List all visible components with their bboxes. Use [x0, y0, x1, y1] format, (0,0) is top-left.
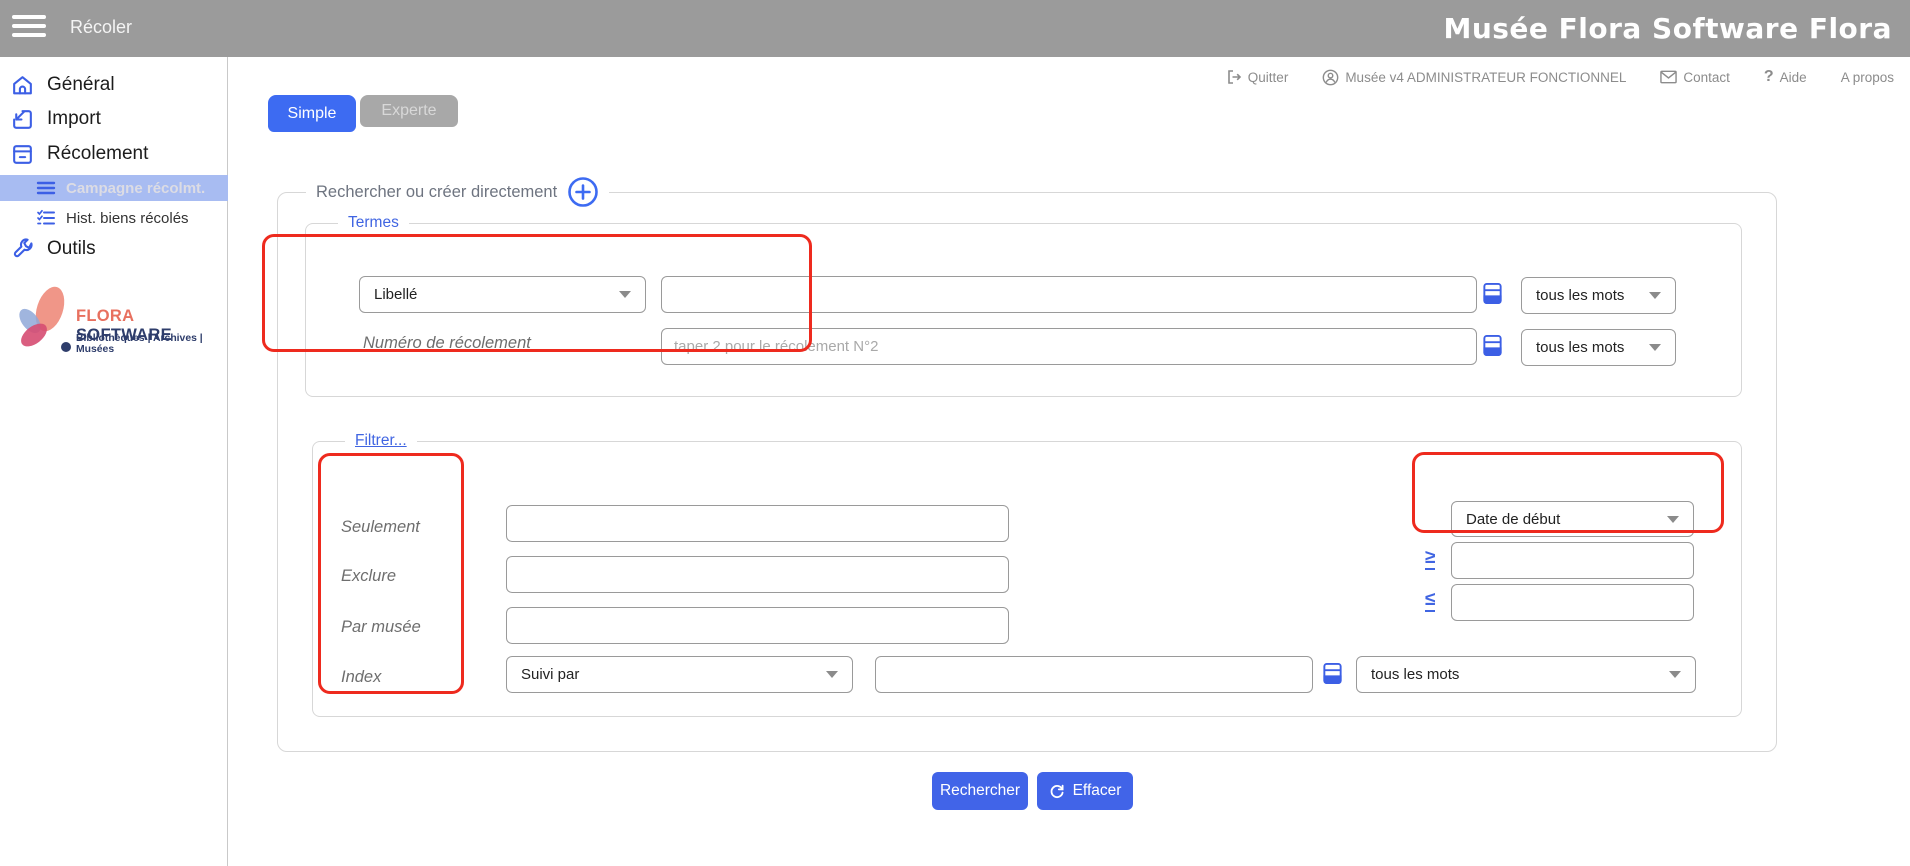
sidebar-item-label: Outils	[47, 238, 96, 260]
checklist-icon	[36, 209, 56, 227]
import-icon	[10, 107, 35, 132]
match-mode-value: tous les mots	[1536, 287, 1624, 304]
match-mode-value: tous les mots	[1371, 666, 1459, 683]
field-selector-dropdown[interactable]: Libellé	[359, 276, 646, 313]
logo-tagline: Bibliothèques | Archives | Musées	[76, 333, 222, 355]
sidebar-item-import[interactable]: Import	[0, 105, 228, 133]
index-label: Index	[341, 668, 381, 687]
header-toolbar: Quitter Musée v4 ADMINISTRATEUR FONCTION…	[1226, 68, 1894, 86]
exclure-input[interactable]	[506, 556, 1009, 593]
chevron-down-icon	[826, 671, 838, 678]
chevron-down-icon	[1669, 671, 1681, 678]
index-book-icon[interactable]	[1321, 662, 1344, 685]
sidebar-subitem-hist[interactable]: Hist. biens récolés	[0, 205, 228, 231]
term-search-input[interactable]	[661, 276, 1477, 313]
search-button[interactable]: Rechercher	[932, 772, 1028, 810]
index-value-input[interactable]	[875, 656, 1313, 693]
index-field-value: Suivi par	[521, 666, 579, 683]
menu-icon[interactable]	[12, 15, 46, 41]
chevron-down-icon	[619, 291, 631, 298]
tab-experte[interactable]: Experte	[360, 95, 458, 127]
chevron-down-icon	[1667, 516, 1679, 523]
tab-simple[interactable]: Simple	[268, 95, 356, 132]
termes-section: Termes Libellé tous les mots Numéro de r…	[305, 214, 1742, 397]
match-mode-dropdown-1[interactable]: tous les mots	[1521, 277, 1676, 314]
clear-button[interactable]: Effacer	[1037, 772, 1133, 810]
gte-operator[interactable]: ≥	[1425, 548, 1435, 570]
sidebar-item-recolement[interactable]: Récolement	[0, 140, 228, 168]
contact-link[interactable]: Contact	[1660, 70, 1730, 85]
sidebar-item-general[interactable]: Général	[0, 71, 228, 99]
sidebar-item-label: Général	[47, 74, 115, 96]
par-musee-input[interactable]	[506, 607, 1009, 644]
search-create-legend: Rechercher ou créer directement	[306, 176, 609, 208]
date-lte-input[interactable]	[1451, 584, 1694, 621]
contact-label: Contact	[1683, 70, 1730, 85]
add-icon[interactable]	[567, 176, 599, 208]
match-mode-value: tous les mots	[1536, 339, 1624, 356]
about-label: A propos	[1841, 70, 1894, 85]
field-selector-value: Libellé	[374, 286, 417, 303]
clear-button-label: Effacer	[1073, 782, 1122, 800]
top-bar: Récoler Musée Flora Software Flora	[0, 0, 1910, 57]
numero-recolement-label: Numéro de récolement	[363, 334, 531, 353]
user-icon	[1322, 69, 1339, 86]
module-title: Récoler	[70, 17, 132, 38]
search-button-label: Rechercher	[940, 782, 1020, 800]
flora-logo: FLORA SOFTWARE Bibliothèques | Archives …	[10, 285, 222, 365]
help-label: Aide	[1780, 70, 1807, 85]
index-book-icon[interactable]	[1481, 282, 1504, 305]
account-menu[interactable]: Musée v4 ADMINISTRATEUR FONCTIONNEL	[1322, 69, 1626, 86]
about-link[interactable]: A propos	[1841, 70, 1894, 85]
quit-label: Quitter	[1248, 70, 1289, 85]
sidebar-subitem-label: Hist. biens récolés	[66, 210, 189, 227]
window-title: Musée Flora Software Flora	[1443, 12, 1892, 45]
sidebar-subitem-campagne[interactable]: Campagne récolmt.	[0, 175, 228, 201]
index-field-dropdown[interactable]: Suivi par	[506, 656, 853, 693]
help-link[interactable]: ? Aide	[1764, 68, 1807, 86]
bin-icon	[10, 142, 35, 167]
question-icon: ?	[1764, 68, 1774, 86]
sidebar-item-outils[interactable]: Outils	[0, 235, 228, 263]
quit-button[interactable]: Quitter	[1226, 69, 1289, 85]
refresh-icon	[1049, 783, 1065, 799]
par-musee-label: Par musée	[341, 618, 421, 637]
index-match-mode-dropdown[interactable]: tous les mots	[1356, 656, 1696, 693]
account-label: Musée v4 ADMINISTRATEUR FONCTIONNEL	[1345, 70, 1626, 85]
filtrer-section: Filtrer... Seulement Exclure Par musée I…	[312, 432, 1742, 717]
butterfly-logo-icon	[12, 283, 74, 361]
app-window: Récoler Musée Flora Software Flora Quitt…	[0, 0, 1910, 866]
list-icon	[36, 180, 56, 196]
sidebar-item-label: Import	[47, 108, 101, 130]
seulement-label: Seulement	[341, 518, 420, 537]
chevron-down-icon	[1649, 292, 1661, 299]
exclure-label: Exclure	[341, 567, 396, 586]
mail-icon	[1660, 70, 1677, 84]
sidebar-item-label: Récolement	[47, 143, 148, 165]
wrench-icon	[10, 237, 35, 262]
date-field-dropdown[interactable]: Date de début	[1451, 501, 1694, 537]
index-book-icon[interactable]	[1481, 334, 1504, 357]
chevron-down-icon	[1649, 344, 1661, 351]
match-mode-dropdown-2[interactable]: tous les mots	[1521, 329, 1676, 366]
date-gte-input[interactable]	[1451, 542, 1694, 579]
date-field-value: Date de début	[1466, 511, 1560, 528]
exit-icon	[1226, 69, 1242, 85]
seulement-input[interactable]	[506, 505, 1009, 542]
home-icon	[10, 73, 35, 98]
lte-operator[interactable]: ≤	[1425, 590, 1435, 612]
numero-recolement-input[interactable]	[661, 328, 1477, 365]
termes-legend: Termes	[338, 214, 409, 232]
sidebar-subitem-label: Campagne récolmt.	[66, 180, 205, 197]
filtrer-legend: Filtrer...	[345, 432, 417, 450]
sidebar: Général Import Récolement Campagne récol…	[0, 57, 228, 866]
